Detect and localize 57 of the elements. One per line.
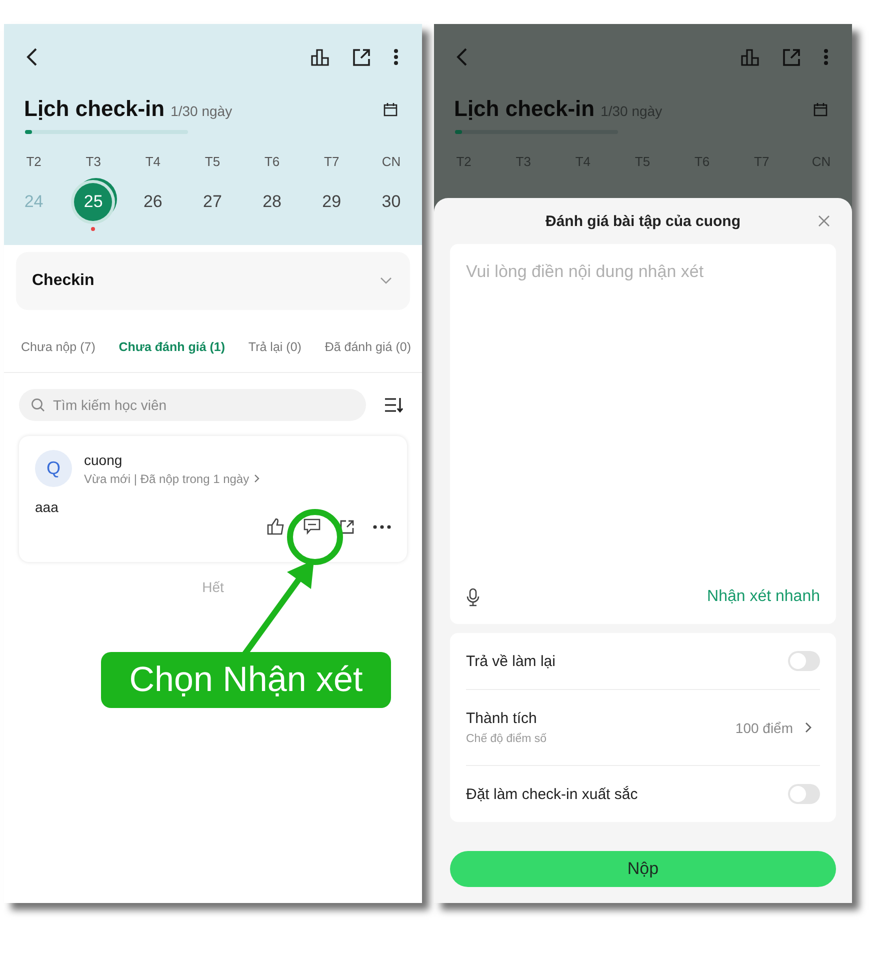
sheet-title: Đánh giá bài tập của cuong	[545, 212, 741, 230]
section-dropdown[interactable]: Checkin	[16, 252, 410, 310]
comment-field[interactable]: Vui lòng điền nội dung nhận xét	[450, 244, 836, 570]
calendar-date[interactable]: 26	[134, 183, 172, 221]
search-field[interactable]: Tìm kiếm học viên	[19, 389, 366, 421]
quick-comment-link[interactable]: Nhận xét nhanh	[707, 588, 820, 606]
chevron-right-icon[interactable]	[254, 474, 260, 483]
share-icon[interactable]	[352, 48, 371, 66]
weekday-label: CN	[382, 154, 401, 169]
share-icon[interactable]	[339, 518, 355, 534]
calendar-title: Lịch check-in	[24, 96, 165, 122]
progress-text: 1/30 ngày	[170, 103, 232, 119]
tab[interactable]: Chưa đánh giá (1)	[118, 334, 226, 360]
setting-label: Trả về làm lại	[466, 652, 556, 670]
calendar-date[interactable]: 27	[193, 183, 232, 221]
weekday-label: T5	[204, 154, 220, 169]
setting-label: Đặt làm check-in xuất sắc	[466, 786, 638, 802]
annotation-label: Chọn Nhận xét	[101, 652, 391, 708]
weekday-label: T3	[86, 154, 101, 169]
close-icon[interactable]	[818, 215, 830, 227]
submit-button[interactable]: Nộp	[450, 851, 836, 887]
back-icon[interactable]	[25, 47, 39, 67]
bar-chart-icon[interactable]	[310, 48, 330, 66]
toggle-switch[interactable]	[788, 784, 820, 804]
search-input[interactable]: Tìm kiếm học viên	[51, 396, 354, 414]
submission-text: aaa	[35, 499, 58, 515]
tab[interactable]: Đã đánh giá (0)	[324, 334, 411, 360]
score-value[interactable]: 100 điểm	[735, 720, 793, 736]
more-icon[interactable]	[373, 524, 391, 528]
highlight-circle	[285, 507, 345, 567]
calendar-date[interactable]: 29	[312, 183, 351, 221]
avatar: Q	[35, 450, 72, 487]
calendar-date[interactable]: 28	[253, 183, 292, 221]
end-of-list-text: Hết	[201, 579, 225, 595]
weekday-label: T6	[264, 154, 280, 169]
calendar-date[interactable]: 25	[74, 183, 112, 221]
weekday-label: T7	[324, 154, 340, 169]
student-name: cuong	[84, 452, 124, 468]
chevron-down-icon	[380, 277, 392, 285]
calendar-title: Lịch check-in	[454, 96, 595, 122]
submission-meta: Vừa mới | Đã nộp trong 1 ngày	[84, 472, 250, 486]
chevron-right-icon[interactable]	[805, 722, 812, 733]
setting-label: Thành tích	[466, 710, 538, 727]
thumbs-up-icon[interactable]	[267, 518, 285, 535]
calendar-date[interactable]: 30	[372, 183, 410, 221]
comment-icon[interactable]	[303, 518, 321, 535]
more-icon[interactable]	[393, 48, 399, 66]
sort-icon[interactable]	[384, 397, 404, 413]
microphone-icon[interactable]	[466, 588, 480, 606]
setting-description: Chế độ điểm số	[466, 733, 547, 745]
tab[interactable]: Trả lại (0)	[248, 334, 302, 360]
tab[interactable]: Chưa nộp (7)	[21, 334, 96, 360]
toggle-switch[interactable]	[788, 651, 820, 671]
calendar-icon[interactable]	[383, 102, 398, 116]
weekday-label: T2	[26, 154, 42, 169]
weekday-label: T4	[145, 154, 160, 169]
search-icon	[31, 398, 45, 412]
